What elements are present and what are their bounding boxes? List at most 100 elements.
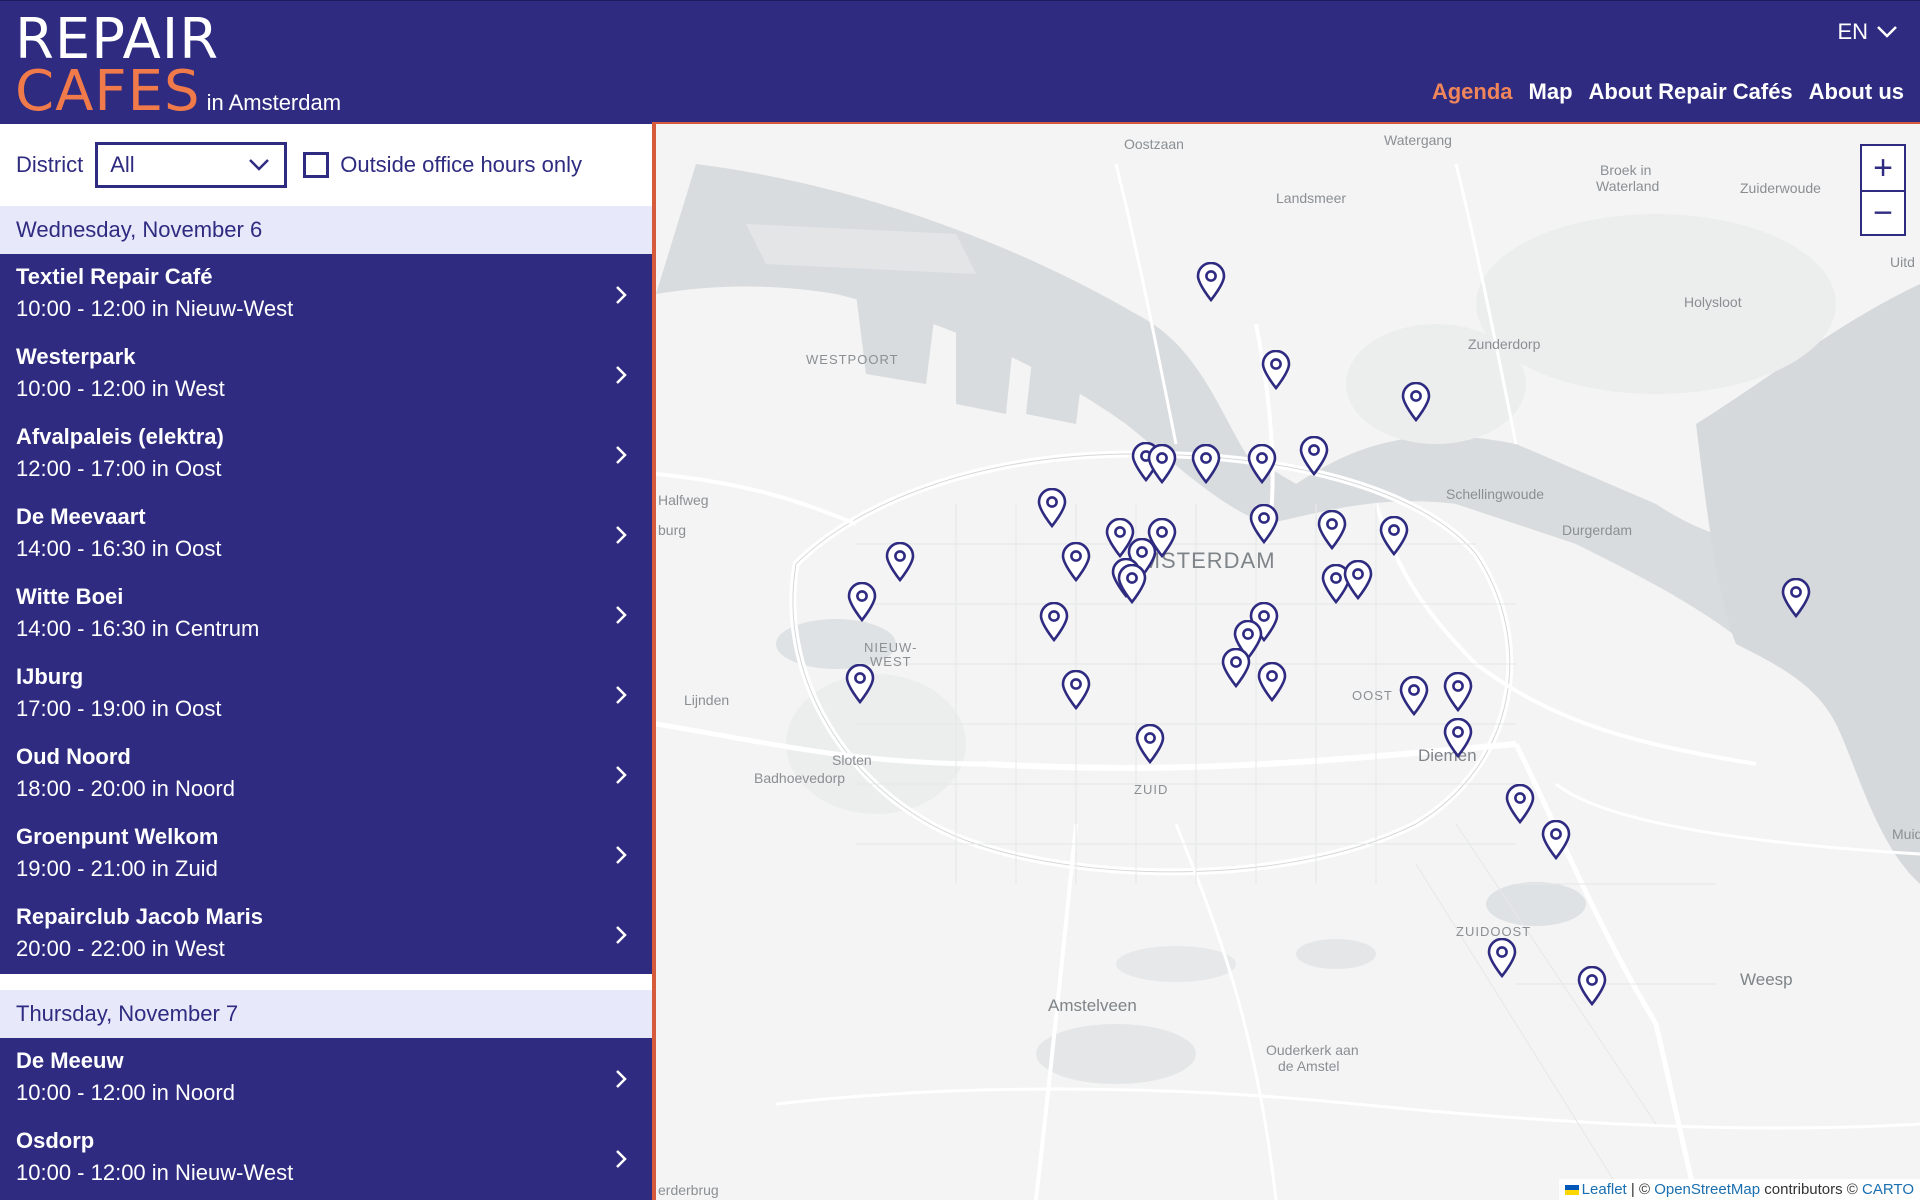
map-marker-icon[interactable] xyxy=(1442,717,1474,759)
map-marker-icon[interactable] xyxy=(1195,261,1227,303)
day-header: Wednesday, November 6 xyxy=(0,206,652,254)
map-marker-icon[interactable] xyxy=(1246,443,1278,485)
zoom-out-button[interactable]: − xyxy=(1862,190,1904,234)
map-marker-icon[interactable] xyxy=(1260,349,1292,391)
office-hours-checkbox[interactable] xyxy=(303,152,330,178)
event-name: Witte Boei xyxy=(16,584,124,609)
map-marker-icon[interactable] xyxy=(1116,563,1148,605)
district-select[interactable]: All xyxy=(95,142,288,188)
map-marker-icon[interactable] xyxy=(1398,675,1430,717)
zoom-control: + − xyxy=(1860,144,1906,236)
map-marker-icon[interactable] xyxy=(1316,509,1348,551)
map-tiles xyxy=(656,163,1920,1200)
place-label: Durgerdam xyxy=(1562,522,1633,538)
main-nav: Agenda Map About Repair Cafés About us xyxy=(1432,79,1904,105)
place-label: Badhoevedorp xyxy=(754,770,846,786)
event-time: 17:00 - 19:00 in Oost xyxy=(16,696,222,721)
place-label: Waterland xyxy=(1596,178,1660,194)
filter-bar: District All Outside office hours only xyxy=(0,124,652,206)
event-name: Groenpunt Welkom xyxy=(16,824,219,849)
language-label: EN xyxy=(1837,19,1868,44)
office-hours-label[interactable]: Outside office hours only xyxy=(340,152,582,178)
place-label: Holysloot xyxy=(1684,294,1742,310)
event-item[interactable]: Groenpunt Welkom 19:00 - 21:00 in Zuid xyxy=(0,814,652,894)
day-separator xyxy=(0,974,652,990)
chevron-right-icon xyxy=(616,686,627,704)
map-marker-icon[interactable] xyxy=(1190,443,1222,485)
map-marker-icon[interactable] xyxy=(1342,559,1374,601)
map-marker-icon[interactable] xyxy=(1540,819,1572,861)
event-item[interactable]: Oud Noord 18:00 - 20:00 in Noord xyxy=(0,734,652,814)
event-name: Osdorp xyxy=(16,1128,95,1153)
place-label: Sloten xyxy=(832,752,872,768)
place-label: ZUID xyxy=(1134,782,1169,797)
district-value: All xyxy=(110,152,135,177)
place-label: ZUIDOOST xyxy=(1456,924,1532,939)
place-label: Uitd xyxy=(1890,254,1915,270)
district-label: District xyxy=(16,152,84,177)
place-label: de Amstel xyxy=(1278,1058,1340,1074)
event-item[interactable]: Westerpark 10:00 - 12:00 in West xyxy=(0,334,652,414)
map-marker-icon[interactable] xyxy=(844,663,876,705)
map-marker-icon[interactable] xyxy=(1576,965,1608,1007)
place-label: Broek in xyxy=(1600,162,1652,178)
event-item[interactable]: Afvalpaleis (elektra) 12:00 - 17:00 in O… xyxy=(0,414,652,494)
map-marker-icon[interactable] xyxy=(884,541,916,583)
map-marker-icon[interactable] xyxy=(1146,443,1178,485)
place-label: Landsmeer xyxy=(1276,190,1347,206)
event-name: De Meevaart xyxy=(16,504,146,529)
map-marker-icon[interactable] xyxy=(1038,601,1070,643)
zoom-in-button[interactable]: + xyxy=(1862,146,1904,190)
event-time: 19:00 - 21:00 in Zuid xyxy=(16,856,218,881)
carto-link[interactable]: CARTO xyxy=(1862,1181,1914,1198)
event-item[interactable]: Witte Boei 14:00 - 16:30 in Centrum xyxy=(0,574,652,654)
event-item[interactable]: Textiel Repair Café 10:00 - 12:00 in Nie… xyxy=(0,254,652,334)
event-name: Afvalpaleis (elektra) xyxy=(16,424,224,449)
event-item[interactable]: De Meevaart 14:00 - 16:30 in Oost xyxy=(0,494,652,574)
place-label: Muide xyxy=(1892,826,1920,842)
map-marker-icon[interactable] xyxy=(1060,541,1092,583)
map-marker-icon[interactable] xyxy=(846,581,878,623)
chevron-down-icon xyxy=(249,159,270,171)
event-time: 10:00 - 12:00 in West xyxy=(16,376,225,401)
event-item[interactable]: Osdorp 10:00 - 12:00 in Nieuw-West xyxy=(0,1118,652,1198)
logo-cafes: CAFES xyxy=(15,59,201,124)
nav-about-us[interactable]: About us xyxy=(1809,79,1904,105)
nav-about-repair-cafes[interactable]: About Repair Cafés xyxy=(1589,79,1793,105)
map-marker-icon[interactable] xyxy=(1504,783,1536,825)
map-marker-icon[interactable] xyxy=(1378,515,1410,557)
map-marker-icon[interactable] xyxy=(1298,435,1330,477)
map-marker-icon[interactable] xyxy=(1220,647,1252,689)
nav-agenda[interactable]: Agenda xyxy=(1432,79,1513,105)
event-name: Westerpark xyxy=(16,344,136,369)
osm-link[interactable]: OpenStreetMap xyxy=(1654,1181,1760,1198)
map-marker-icon[interactable] xyxy=(1780,577,1812,619)
map-view[interactable]: Oostzaan Watergang Landsmeer Broek in Wa… xyxy=(652,122,1920,1200)
place-label: OOST xyxy=(1352,688,1393,703)
map-marker-icon[interactable] xyxy=(1248,503,1280,545)
place-label: Amstelveen xyxy=(1048,996,1137,1015)
place-label: WEST xyxy=(870,654,912,669)
event-item[interactable]: IJburg 17:00 - 19:00 in Oost xyxy=(0,654,652,734)
map-marker-icon[interactable] xyxy=(1486,937,1518,979)
chevron-right-icon xyxy=(616,606,627,624)
map-marker-icon[interactable] xyxy=(1134,723,1166,765)
map-marker-icon[interactable] xyxy=(1256,661,1288,703)
attribution-sep: | © xyxy=(1630,1181,1651,1198)
event-item[interactable]: De Meeuw 10:00 - 12:00 in Noord xyxy=(0,1038,652,1118)
place-label: Zunderdorp xyxy=(1468,336,1541,352)
map-marker-icon[interactable] xyxy=(1060,669,1092,711)
event-time: 20:00 - 22:00 in West xyxy=(16,936,225,961)
place-label: Lijnden xyxy=(684,692,730,708)
language-selector[interactable]: EN xyxy=(1837,19,1898,45)
map-marker-icon[interactable] xyxy=(1442,671,1474,713)
place-label: Zuiderwoude xyxy=(1740,180,1821,196)
event-item[interactable]: Repairclub Jacob Maris 20:00 - 22:00 in … xyxy=(0,894,652,974)
logo[interactable]: REPAIR CAFES in Amsterdam xyxy=(15,12,341,124)
nav-map[interactable]: Map xyxy=(1529,79,1573,105)
map-marker-icon[interactable] xyxy=(1400,381,1432,423)
leaflet-link[interactable]: Leaflet xyxy=(1582,1181,1627,1198)
event-name: IJburg xyxy=(16,664,84,689)
map-marker-icon[interactable] xyxy=(1036,487,1068,529)
chevron-right-icon xyxy=(616,1150,627,1168)
